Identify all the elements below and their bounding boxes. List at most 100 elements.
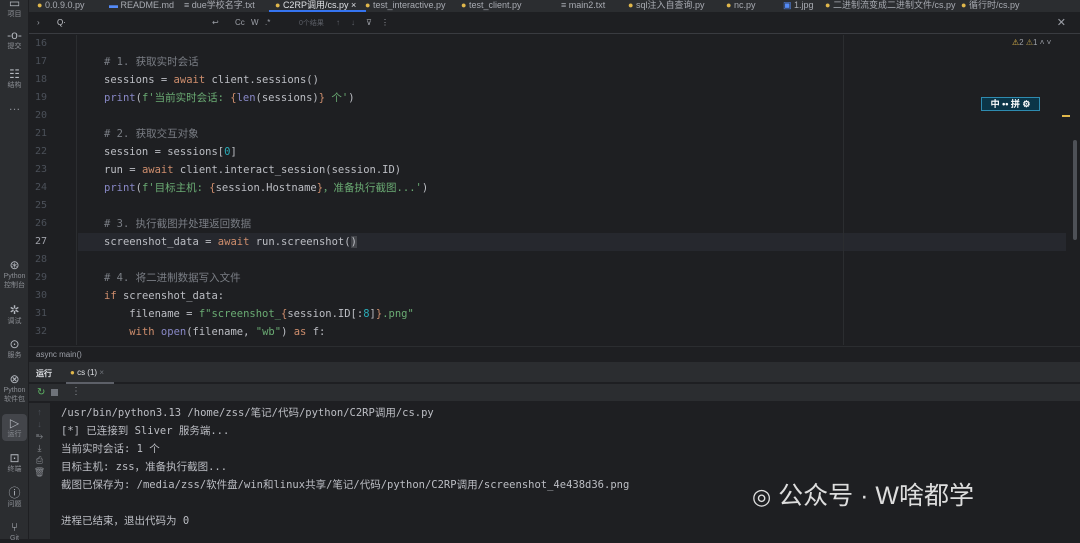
code-token: # 4. 将二进制数据写入文件 (104, 272, 241, 284)
tool-git[interactable]: ⑂ Git (0, 520, 29, 543)
console-line: 当前实时会话: 1 个 (61, 443, 160, 455)
prev-arrow-icon[interactable]: ↑ (336, 18, 340, 27)
code-line: session = sessions[0] (104, 143, 237, 161)
run-tab[interactable]: ● cs (1) × (66, 368, 114, 384)
code-token: len (236, 92, 256, 104)
down-arrow-icon[interactable]: ↓ (29, 419, 50, 429)
more-options-icon[interactable]: ⋮ (71, 386, 81, 397)
tool-project[interactable]: ▭ 项目 (0, 0, 29, 19)
code-token: f'当前实时会话: (141, 92, 231, 104)
wrap-icon[interactable]: ↩ (212, 18, 219, 27)
run-toolbar: ↻ ⋮ (29, 384, 1080, 402)
code-token: "wb" (255, 326, 282, 338)
more-options-icon[interactable]: ⋮ (381, 18, 389, 27)
scroll-to-end-icon[interactable]: ⤓ (29, 443, 50, 454)
line-number: 32 (35, 326, 48, 337)
tool-terminal[interactable]: ⊡ 终端 (0, 451, 29, 474)
tool-structure[interactable]: ☷ 结构 (0, 67, 29, 90)
regex-toggle[interactable]: .* (265, 18, 270, 27)
code-editor[interactable]: # 1. 获取实时会话 sessions = await client.sessi… (78, 35, 1078, 345)
folder-icon: ▭ (8, 0, 21, 10)
match-case-toggle[interactable]: Cc (235, 18, 245, 27)
terminal-icon: ⊡ (9, 451, 20, 465)
line-number: 20 (35, 110, 48, 121)
close-icon: × (350, 0, 357, 10)
code-token: # 3. 执行截图并处理返回数据 (104, 218, 252, 230)
code-token: if (104, 290, 117, 302)
tab[interactable]: ● test_client.py (461, 0, 521, 11)
code-token: 个' (325, 92, 349, 104)
run-panel-title: 运行 (36, 369, 52, 378)
line-number: 19 (35, 92, 48, 103)
line-number: 30 (35, 290, 48, 301)
code-token: f'目标主机: (141, 182, 210, 194)
breadcrumb[interactable]: async main() (29, 346, 1080, 361)
tool-run[interactable]: ▷ 运行 (2, 414, 27, 441)
code-token: run.screenshot( (249, 236, 351, 248)
code-token: sessions = (104, 74, 174, 86)
code-token: ，准备执行截图...' (323, 182, 422, 194)
line-numbers: 16 17 18 19 20 21 22 23 24 25 26 27 28 29 30 31 32 (29, 35, 77, 345)
tab[interactable]: ≡ main2.txt (561, 0, 605, 11)
tab[interactable]: ● 循行时/cs.py (961, 0, 1019, 11)
soft-wrap-icon[interactable]: ⥱ (29, 431, 50, 442)
tab[interactable]: ● sql注入自查询.py (628, 0, 704, 11)
code-token: .png" (382, 308, 414, 320)
tool-python-packages[interactable]: ⊗ Python 软件包 (0, 372, 29, 404)
next-arrow-icon[interactable]: ↓ (351, 18, 355, 27)
filter-icon[interactable]: ⊽ (366, 18, 372, 27)
python-packages-icon: ⊗ (9, 372, 20, 386)
tab[interactable]: ● nc.py (726, 0, 755, 11)
tab[interactable]: ● test_interactive.py (365, 0, 445, 11)
rerun-icon[interactable]: ↻ (37, 387, 45, 398)
line-number: 26 (35, 218, 48, 229)
results-count: 0个结果 (299, 20, 324, 27)
code-token: # 1. 获取实时会话 (104, 56, 199, 68)
line-number: 24 (35, 182, 48, 193)
inspection-widget[interactable]: ⚠2 ⚠1 ˄ ˅ (1012, 38, 1051, 47)
tab[interactable]: ● 0.0.9.0.py (37, 0, 84, 11)
close-icon[interactable]: ✕ (1057, 16, 1066, 29)
editor-scrollbar[interactable] (1073, 140, 1077, 240)
print-icon[interactable]: ⎙ (29, 455, 50, 466)
up-arrow-icon[interactable]: ↑ (29, 407, 50, 417)
run-panel-header: 运行 ● cs (1) × (29, 362, 1080, 384)
whole-word-toggle[interactable]: W (251, 18, 259, 27)
code-token: session.ID[: (287, 308, 364, 320)
code-token: ] (230, 146, 237, 158)
python-icon: ● (70, 368, 75, 377)
code-token: screenshot_data: (116, 290, 225, 302)
code-token: ) (348, 92, 355, 104)
wechat-icon: ◎ (752, 484, 772, 509)
tool-problems[interactable]: ⓘ 问题 (0, 486, 29, 509)
tab-active[interactable]: ● C2RP调用/cs.py × (268, 0, 367, 12)
tab[interactable]: ▣ 1.jpg (783, 0, 814, 11)
watermark: ◎ 公众号 · W啥都学 (752, 482, 974, 510)
search-input[interactable]: Q· (57, 18, 66, 27)
tab[interactable]: ● 二进制流变成二进制文件/cs.py (825, 0, 955, 11)
stop-icon[interactable] (51, 389, 58, 396)
code-token: (sessions) (255, 92, 319, 104)
tool-debug[interactable]: ✲ 调试 (0, 303, 29, 326)
console-line: [*] 已连接到 Sliver 服务端... (61, 425, 230, 437)
console-line: 截图已保存为: /media/zss/软件盘/win和linux共享/笔记/代码… (61, 479, 630, 491)
code-line: if screenshot_data: (104, 287, 224, 305)
line-number: 23 (35, 164, 48, 175)
code-token: filename = (104, 308, 199, 320)
right-margin-guide (843, 35, 844, 345)
tool-python-console[interactable]: ⊛ Python 控制台 (0, 258, 29, 290)
code-token: run = (104, 164, 142, 176)
tab[interactable]: ≡ due学校名字.txt (184, 0, 255, 11)
code-token: f"screenshot_ (198, 308, 282, 320)
line-number: 25 (35, 200, 48, 211)
tool-commit[interactable]: -o- 提交 (0, 28, 29, 51)
tool-services[interactable]: ⊙ 服务 (0, 337, 29, 360)
ime-indicator[interactable]: 中 •• 拼 ⚙ (981, 97, 1040, 111)
code-line: # 2. 获取交互对象 (104, 125, 199, 143)
services-icon: ⊙ (9, 337, 20, 351)
trash-icon[interactable]: 🗑 (29, 467, 50, 478)
code-line: # 3. 执行截图并处理返回数据 (104, 215, 251, 233)
tab[interactable]: ▬ README.md (109, 0, 174, 11)
expand-chevron-icon[interactable]: › (37, 18, 40, 27)
tool-more[interactable]: … (0, 100, 29, 112)
